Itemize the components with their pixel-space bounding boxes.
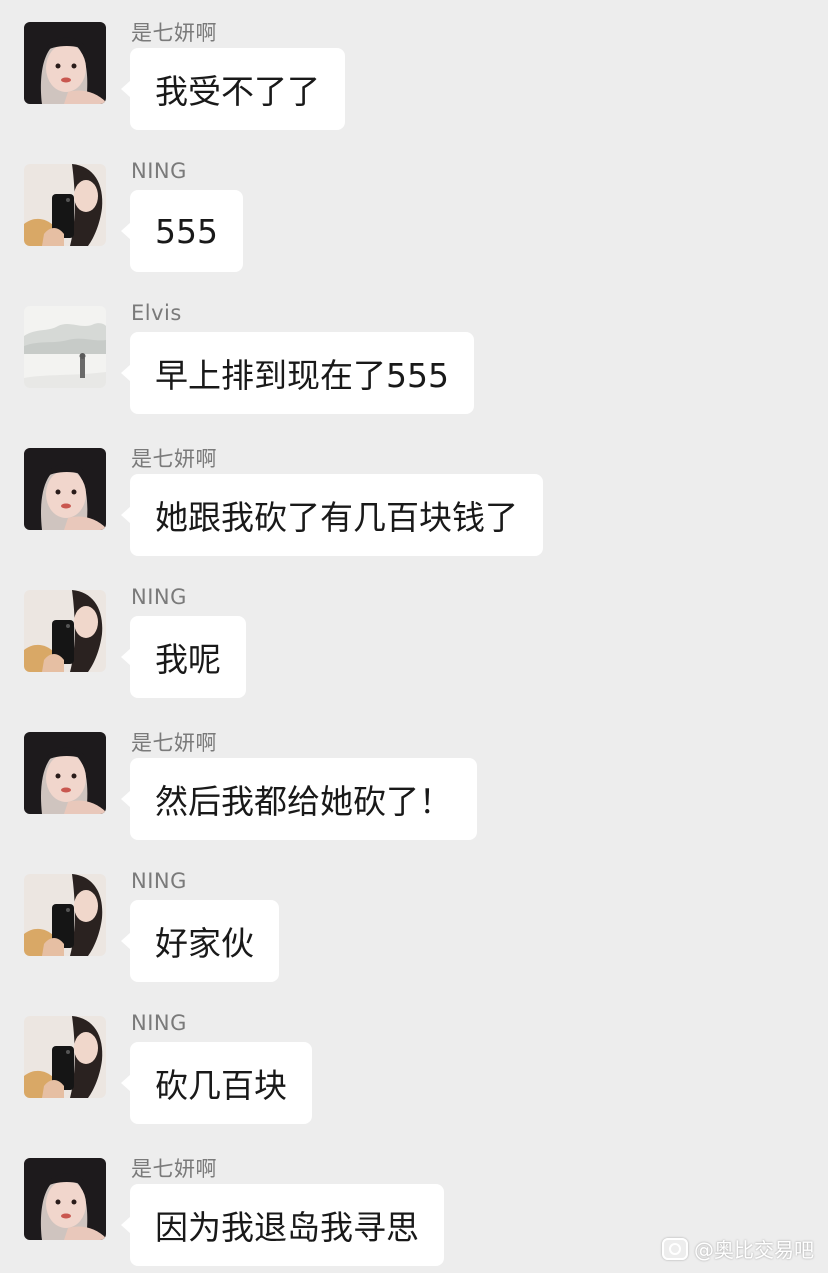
message-bubble[interactable]: 然后我都给她砍了！ — [121, 758, 477, 840]
message-row: NING 好家伙 — [0, 852, 828, 982]
sender-name: NING — [131, 1011, 187, 1035]
mirror-selfie-avatar[interactable] — [24, 164, 106, 246]
message-bubble[interactable]: 我受不了了 — [121, 48, 345, 130]
mirror-selfie-avatar[interactable] — [24, 874, 106, 956]
girl-portrait-avatar[interactable] — [24, 1158, 106, 1240]
message-bubble[interactable]: 她跟我砍了有几百块钱了 — [121, 474, 543, 556]
sender-name: NING — [131, 159, 187, 183]
message-row: NING 砍几百块 — [0, 994, 828, 1124]
sender-name: 是七妍啊 — [131, 1157, 217, 1181]
sender-name: Elvis — [131, 301, 182, 325]
message-bubble[interactable]: 砍几百块 — [121, 1042, 312, 1124]
sender-name: 是七妍啊 — [131, 21, 217, 45]
message-row: NING 我呢 — [0, 568, 828, 698]
weibo-logo-icon — [662, 1237, 688, 1260]
message-bubble[interactable]: 好家伙 — [121, 900, 279, 982]
mirror-selfie-avatar[interactable] — [24, 590, 106, 672]
girl-portrait-avatar[interactable] — [24, 22, 106, 104]
watermark: @奥比交易吧 — [662, 1234, 814, 1263]
message-row: 是七妍啊 她跟我砍了有几百块钱了 — [0, 426, 828, 556]
sender-name: NING — [131, 585, 187, 609]
message-row: NING 555 — [0, 142, 828, 272]
girl-portrait-avatar[interactable] — [24, 732, 106, 814]
message-row: 是七妍啊 然后我都给她砍了！ — [0, 710, 828, 840]
sender-name: 是七妍啊 — [131, 731, 217, 755]
watermark-text: @奥比交易吧 — [694, 1238, 814, 1262]
chat-log: 是七妍啊 我受不了了 NING 555 Elvis 早上排到现在了555 是七妍… — [0, 0, 828, 1273]
message-row: 是七妍啊 我受不了了 — [0, 0, 828, 130]
message-bubble[interactable]: 早上排到现在了555 — [121, 332, 474, 414]
girl-portrait-avatar[interactable] — [24, 448, 106, 530]
mirror-selfie-avatar[interactable] — [24, 1016, 106, 1098]
sender-name: 是七妍啊 — [131, 447, 217, 471]
message-bubble[interactable]: 我呢 — [121, 616, 246, 698]
sender-name: NING — [131, 869, 187, 893]
ink-landscape-avatar[interactable] — [24, 306, 106, 388]
message-row: Elvis 早上排到现在了555 — [0, 284, 828, 414]
message-bubble[interactable]: 555 — [121, 190, 243, 272]
message-bubble[interactable]: 因为我退岛我寻思 — [121, 1184, 444, 1266]
